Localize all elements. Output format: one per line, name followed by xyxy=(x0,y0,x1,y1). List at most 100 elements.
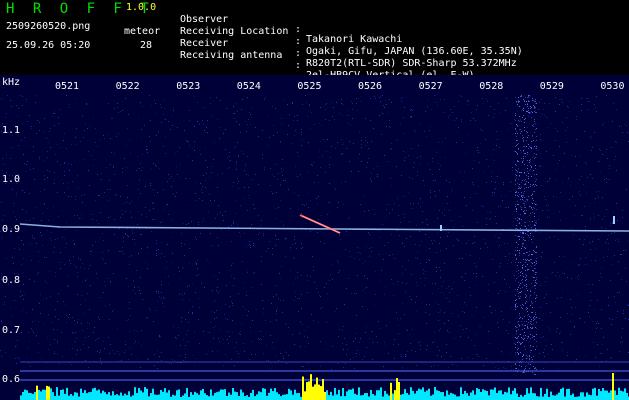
noise-speckle xyxy=(113,166,114,167)
noise-speckle xyxy=(192,313,193,314)
noise-speckle xyxy=(540,153,541,154)
noise-speckle xyxy=(240,334,241,335)
noise-speckle xyxy=(236,351,237,352)
interference-band-pixel xyxy=(519,236,520,237)
noise-speckle xyxy=(163,297,164,298)
noise-speckle xyxy=(255,174,256,175)
noise-speckle xyxy=(122,110,123,111)
noise-speckle xyxy=(2,99,3,100)
noise-speckle xyxy=(466,243,467,244)
noise-speckle xyxy=(10,270,11,271)
noise-speckle xyxy=(583,184,584,185)
noise-speckle xyxy=(207,260,208,261)
noise-speckle xyxy=(232,186,233,187)
noise-speckle xyxy=(20,95,21,96)
meteor-count-value: 28 xyxy=(140,40,153,51)
noise-speckle xyxy=(129,331,130,332)
interference-band-pixel xyxy=(522,243,523,244)
noise-speckle xyxy=(405,292,406,293)
noise-speckle xyxy=(64,175,65,176)
noise-speckle xyxy=(442,213,443,214)
interference-band-pixel xyxy=(531,239,532,240)
level-meter-bar xyxy=(572,393,574,400)
noise-speckle xyxy=(618,241,619,242)
noise-speckle xyxy=(134,330,135,331)
interference-band-pixel xyxy=(526,228,527,229)
noise-speckle xyxy=(132,239,133,240)
level-meter-bar xyxy=(204,393,206,400)
level-meter-bar xyxy=(278,394,280,400)
interference-band-pixel xyxy=(533,323,534,324)
noise-speckle xyxy=(429,169,430,170)
noise-speckle xyxy=(141,129,142,130)
noise-speckle xyxy=(152,219,153,220)
noise-speckle xyxy=(138,253,139,254)
interference-band-pixel xyxy=(519,116,520,117)
noise-speckle xyxy=(128,359,129,360)
noise-speckle xyxy=(430,197,431,198)
noise-speckle xyxy=(33,151,34,152)
noise-speckle xyxy=(593,342,594,343)
interference-band-pixel xyxy=(524,197,525,198)
noise-speckle xyxy=(517,360,518,361)
noise-speckle xyxy=(530,346,531,347)
noise-speckle xyxy=(1,202,2,203)
noise-speckle xyxy=(102,252,103,253)
noise-speckle xyxy=(349,161,350,162)
noise-speckle xyxy=(359,154,360,155)
noise-speckle xyxy=(556,169,557,170)
noise-speckle xyxy=(361,147,362,148)
noise-speckle xyxy=(33,218,34,219)
interference-band-pixel xyxy=(531,147,532,148)
interference-band-pixel xyxy=(516,208,517,209)
noise-speckle xyxy=(59,363,60,364)
interference-band-pixel xyxy=(525,302,526,303)
level-meter-bar xyxy=(182,395,184,400)
noise-speckle xyxy=(160,257,161,258)
noise-speckle xyxy=(478,152,479,153)
noise-speckle xyxy=(261,256,262,257)
noise-speckle xyxy=(547,210,548,211)
noise-speckle xyxy=(64,192,65,193)
noise-speckle xyxy=(68,285,69,286)
noise-speckle xyxy=(497,139,498,140)
interference-band-pixel xyxy=(531,117,532,118)
noise-speckle xyxy=(264,99,265,100)
noise-speckle xyxy=(407,330,408,331)
noise-speckle xyxy=(432,174,433,175)
noise-speckle xyxy=(320,366,321,367)
noise-speckle xyxy=(90,254,91,255)
noise-speckle xyxy=(379,115,380,116)
noise-speckle xyxy=(330,255,331,256)
interference-band-pixel xyxy=(518,270,519,271)
noise-speckle xyxy=(253,243,254,244)
level-meter-bar xyxy=(310,374,312,400)
noise-speckle xyxy=(547,217,548,218)
noise-speckle xyxy=(578,279,579,280)
interference-band-pixel xyxy=(521,291,522,292)
level-meter-bar xyxy=(64,393,66,400)
noise-speckle xyxy=(411,350,412,351)
noise-speckle xyxy=(419,245,420,246)
noise-speckle xyxy=(17,340,18,341)
noise-speckle xyxy=(622,217,623,218)
noise-speckle xyxy=(380,237,381,238)
noise-speckle xyxy=(590,292,591,293)
noise-speckle xyxy=(440,328,441,329)
interference-band-pixel xyxy=(533,320,534,321)
noise-speckle xyxy=(155,165,156,166)
noise-speckle xyxy=(607,349,608,350)
interference-band-pixel xyxy=(534,213,535,214)
noise-speckle xyxy=(213,338,214,339)
noise-speckle xyxy=(235,146,236,147)
noise-speckle xyxy=(575,307,576,308)
noise-speckle xyxy=(575,156,576,157)
noise-speckle xyxy=(542,320,543,321)
noise-speckle xyxy=(480,129,481,130)
noise-speckle xyxy=(415,351,416,352)
interference-band-pixel xyxy=(516,131,517,132)
interference-band-pixel xyxy=(532,263,533,264)
noise-speckle xyxy=(371,251,372,252)
noise-speckle xyxy=(385,217,386,218)
noise-speckle xyxy=(294,192,295,193)
